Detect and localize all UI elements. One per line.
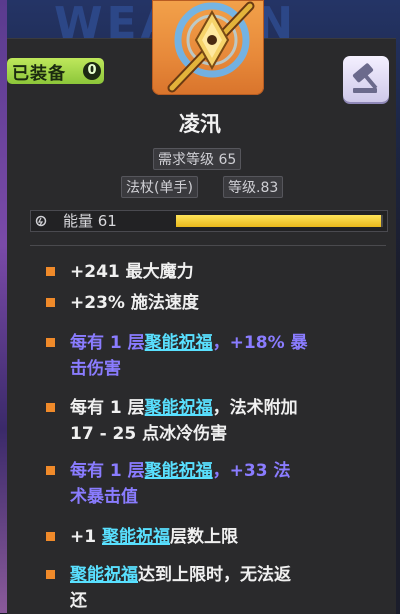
equipped-label: 已装备 [12, 63, 66, 84]
stat-bullet-icon [46, 570, 55, 579]
stat-keyword-link[interactable]: 聚能祝福 [70, 565, 138, 585]
stat-bullet-icon [46, 532, 55, 541]
stat-text: 每有 1 层 [70, 461, 145, 481]
stat-text: ，+18% 暴 [212, 333, 308, 353]
stat-line: 每有 1 层聚能祝福，+18% 暴击伤害 [70, 330, 390, 382]
stat-text: 层数上限 [170, 527, 238, 547]
energy-icon [35, 215, 47, 227]
weapon-staff-icon [152, 0, 264, 95]
stat-line: +241 最大魔力 [70, 259, 390, 285]
stat-keyword-link[interactable]: 聚能祝福 [145, 333, 213, 353]
item-name: 凌汛 [179, 112, 221, 136]
stat-text: +1 [70, 527, 102, 547]
forge-hammer-button[interactable] [343, 56, 389, 102]
stat-text: ，法术附加 [212, 398, 298, 418]
stat-text: 还 [70, 591, 87, 611]
stat-line: +23% 施法速度 [70, 290, 390, 316]
stat-text: 每有 1 层 [70, 398, 145, 418]
stat-text: +241 最大魔力 [70, 262, 194, 282]
stat-text: 每有 1 层 [70, 333, 145, 353]
equipped-badge: 已装备 0 [7, 58, 104, 84]
stat-text: 17 - 25 点冰冷伤害 [70, 424, 228, 444]
stat-line: 每有 1 层聚能祝福，法术附加 17 - 25 点冰冷伤害 [70, 395, 390, 447]
energy-row: 能量 61 [30, 210, 388, 232]
divider [30, 245, 386, 246]
stat-bullet-icon [46, 267, 55, 276]
stat-text: 达到上限时，无法返 [138, 565, 291, 585]
stat-line: +1 聚能祝福层数上限 [70, 524, 390, 550]
stat-bullet-icon [46, 466, 55, 475]
stat-keyword-link[interactable]: 聚能祝福 [145, 461, 213, 481]
item-level-tag: 等级.83 [223, 176, 284, 198]
stat-keyword-link[interactable]: 聚能祝福 [145, 398, 213, 418]
energy-bar [176, 215, 383, 227]
equipped-count: 0 [83, 62, 101, 80]
stat-bullet-icon [46, 403, 55, 412]
stat-text: ，+33 法 [212, 461, 291, 481]
stat-line: 每有 1 层聚能祝福，+33 法术暴击值 [70, 458, 390, 510]
left-edge-decoration [0, 0, 7, 613]
stat-keyword-link[interactable]: 聚能祝福 [102, 527, 170, 547]
stat-text: 击伤害 [70, 359, 121, 379]
hammer-icon [352, 63, 378, 93]
item-type-tag: 法杖(单手) [121, 176, 198, 198]
stat-text: 术暴击值 [70, 487, 138, 507]
stat-line: 聚能祝福达到上限时，无法返还 [70, 562, 390, 614]
stat-text: +23% 施法速度 [70, 293, 199, 313]
energy-bar-fill [176, 215, 381, 227]
stat-bullet-icon [46, 298, 55, 307]
required-level-tag: 需求等级 65 [153, 148, 242, 170]
energy-label: 能量 61 [63, 212, 117, 230]
stat-bullet-icon [46, 338, 55, 347]
